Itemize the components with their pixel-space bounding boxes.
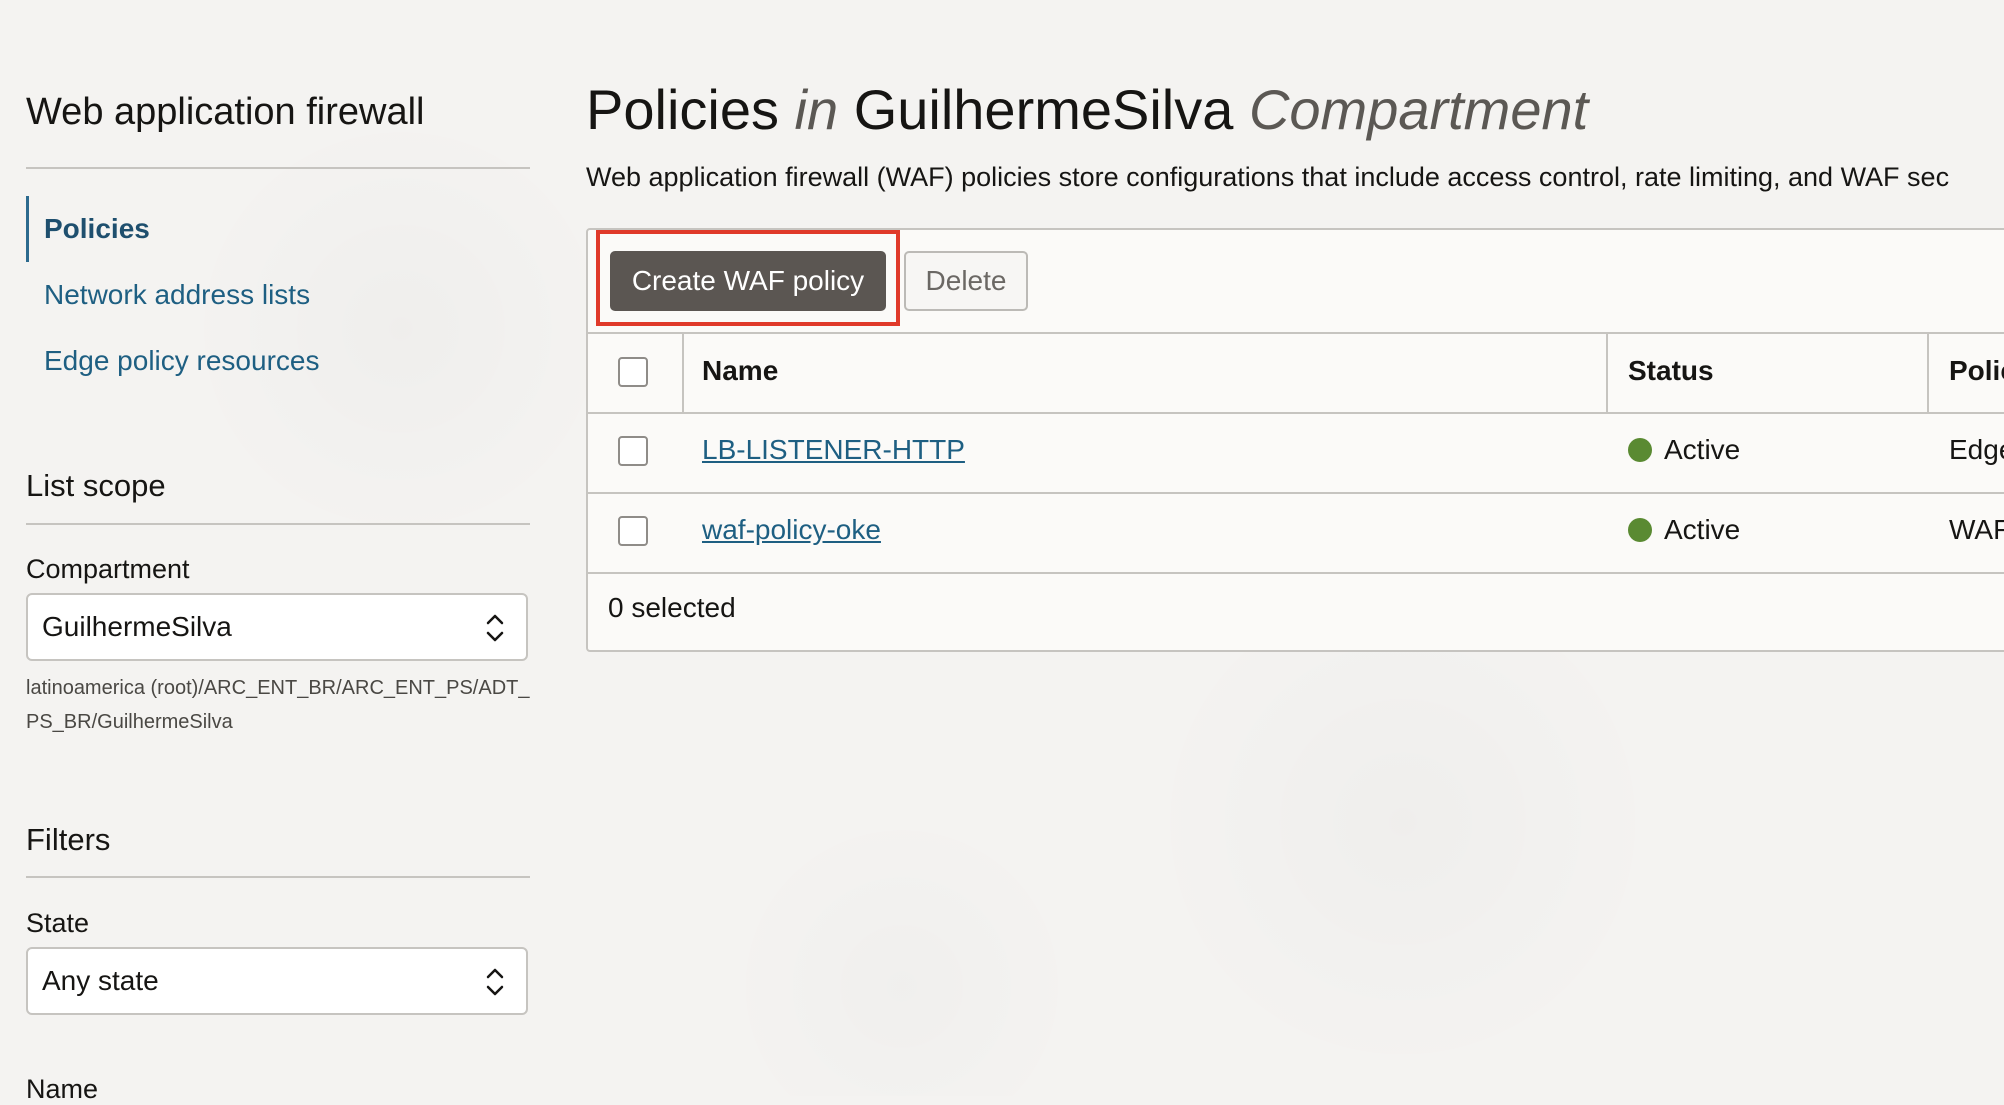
status-active-dot xyxy=(1628,517,1652,542)
table-divider xyxy=(588,572,2004,574)
list-scope-divider xyxy=(26,523,530,525)
status-text: Active xyxy=(1664,514,1741,545)
name-filter-label: Name xyxy=(26,1074,99,1104)
sidebar-item-network-address-lists[interactable]: Network address lists xyxy=(26,262,530,328)
table-divider xyxy=(588,412,2004,414)
state-select-value: Any state xyxy=(42,965,159,996)
sidebar-item-edge-policy-resources[interactable]: Edge policy resources xyxy=(26,328,530,394)
table-divider xyxy=(588,332,2004,334)
sidebar-item-label: Network address lists xyxy=(44,279,311,310)
table-col-divider xyxy=(1927,332,1929,412)
page-title-suffix: Compartment xyxy=(1248,78,1589,141)
page-title-in: in xyxy=(794,78,839,141)
row-checkbox[interactable] xyxy=(618,436,648,466)
sidebar-divider xyxy=(26,167,530,169)
chevron-up-down-icon xyxy=(486,968,504,996)
sidebar-nav: Policies Network address lists Edge poli… xyxy=(26,196,530,394)
sidebar-item-policies[interactable]: Policies xyxy=(26,196,530,262)
select-all-checkbox[interactable] xyxy=(618,357,648,387)
policy-name-link[interactable]: LB-LISTENER-HTTP xyxy=(702,434,965,466)
delete-button[interactable]: Delete xyxy=(904,251,1028,311)
table-col-divider xyxy=(682,332,684,412)
row-checkbox[interactable] xyxy=(618,516,648,546)
filters-divider xyxy=(26,876,530,878)
sidebar-item-label: Policies xyxy=(44,213,150,244)
list-scope-heading: List scope xyxy=(26,468,166,503)
policy-type-cell: WAF xyxy=(1949,514,2004,545)
column-header-status[interactable]: Status xyxy=(1628,355,1714,387)
policy-name-link[interactable]: waf-policy-oke xyxy=(702,514,881,546)
sidebar-item-label: Edge policy resources xyxy=(44,345,320,376)
compartment-label: Compartment xyxy=(26,554,190,584)
policies-table-panel: Create WAF policy Delete Name Status Pol… xyxy=(586,228,2004,652)
page-title: Policies in GuilhermeSilva Compartment xyxy=(586,78,1588,142)
column-header-policy[interactable]: Polic xyxy=(1949,355,2004,387)
create-waf-policy-button[interactable]: Create WAF policy xyxy=(610,251,886,311)
policy-type-cell: Edge xyxy=(1949,434,2004,465)
page-description: Web application firewall (WAF) policies … xyxy=(586,162,1950,192)
status-active-dot xyxy=(1628,437,1652,462)
table-col-divider xyxy=(1606,332,1608,412)
status-cell: Active xyxy=(1628,514,1740,546)
column-header-name[interactable]: Name xyxy=(702,355,778,387)
selection-count: 0 selected xyxy=(608,592,736,623)
compartment-select[interactable]: GuilhermeSilva xyxy=(26,593,528,661)
page-title-compartment: GuilhermeSilva xyxy=(853,78,1234,141)
page-title-main: Policies xyxy=(586,78,779,141)
compartment-select-value: GuilhermeSilva xyxy=(42,611,232,642)
table-divider xyxy=(588,492,2004,494)
state-select[interactable]: Any state xyxy=(26,947,528,1015)
compartment-path: latinoamerica (root)/ARC_ENT_BR/ARC_ENT_… xyxy=(26,677,530,733)
chevron-up-down-icon xyxy=(486,614,504,642)
filters-heading: Filters xyxy=(26,822,111,857)
sidebar-title: Web application firewall xyxy=(26,91,425,133)
state-label: State xyxy=(26,908,90,938)
status-text: Active xyxy=(1664,434,1741,465)
status-cell: Active xyxy=(1628,434,1740,466)
